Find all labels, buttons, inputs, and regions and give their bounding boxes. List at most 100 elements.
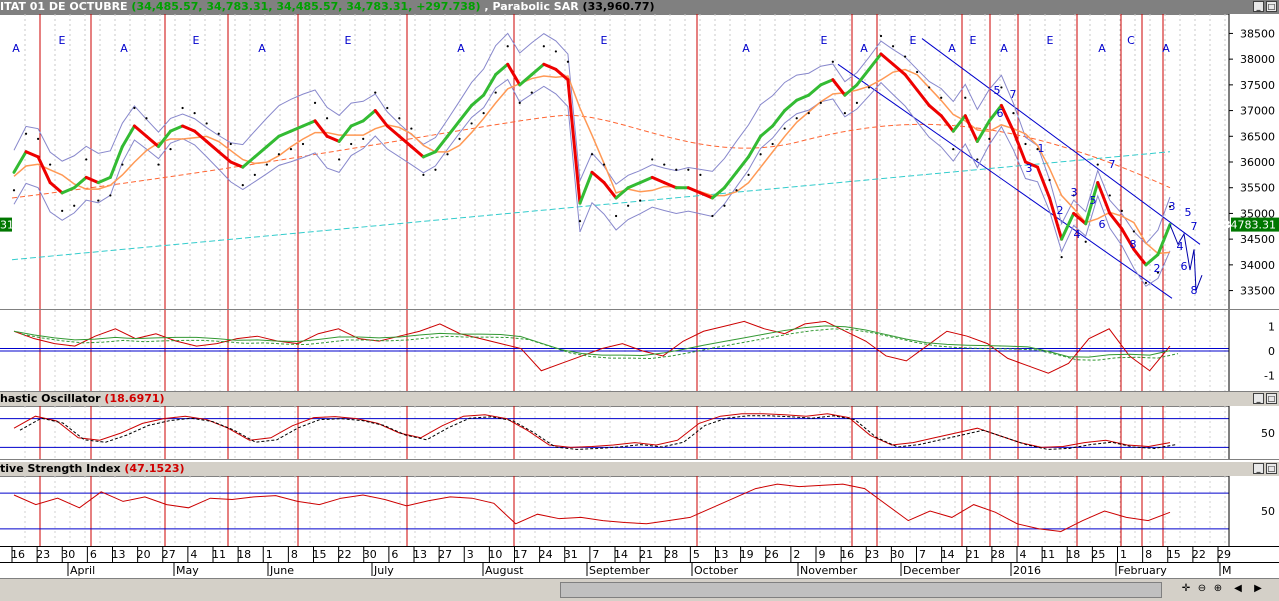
maximize-icon[interactable]: □ [1266, 463, 1277, 474]
price-segment [313, 119, 329, 138]
wave-label: 8 [1191, 284, 1198, 297]
wave-label: 7 [1010, 88, 1017, 101]
sar-dot [964, 96, 967, 99]
sar-dot [1060, 256, 1063, 259]
sar-dot [675, 168, 678, 171]
sar-dot [301, 142, 305, 146]
price-segment [783, 98, 799, 113]
price-segment [807, 83, 823, 97]
sar-dot [1096, 163, 1099, 166]
sar-dot [350, 142, 353, 146]
price-segment [879, 52, 895, 66]
sar-dot [891, 45, 895, 48]
arrow-right-icon[interactable]: ▶ [1250, 582, 1266, 596]
sar-dot [482, 112, 485, 115]
maximize-icon[interactable]: □ [1266, 1, 1277, 12]
sar-dot [566, 60, 570, 63]
rsi-titlebar: tive Strength Index (47.1523) _ □ [0, 462, 1279, 477]
date-tick-label: 13 [715, 548, 729, 561]
date-tick-label: 4 [190, 548, 197, 561]
zoom-in-icon[interactable]: ✛ [1178, 582, 1194, 596]
month-label: M [1222, 564, 1232, 577]
price-segment [686, 186, 702, 195]
wave-label: 2 [1154, 262, 1161, 275]
price-segment [373, 109, 389, 128]
price-segment [1060, 211, 1076, 241]
sar-dot [193, 112, 196, 115]
price-segment [181, 124, 197, 133]
month-label: August [485, 564, 524, 577]
price-segment [590, 170, 606, 185]
date-tick-label: 31 [564, 548, 578, 561]
date-tick-label: 7 [592, 548, 599, 561]
main-pane-indicator: Parabolic SAR [492, 0, 579, 13]
price-segment [12, 150, 28, 174]
main-pane-titlebar: ITAT 01 DE OCTUBRE (34,485.57, 34,783.31… [0, 0, 1279, 15]
price-segment [84, 175, 100, 185]
sar-dot [783, 127, 786, 130]
cycle-label: E [345, 34, 352, 47]
stochastic-chart[interactable]: 50 [0, 406, 1279, 460]
y-tick-label: 34000 [1240, 259, 1275, 272]
sar-dot [771, 142, 774, 146]
y-tick-label: -1 [1264, 370, 1275, 383]
momentum-oscillator-chart[interactable]: -1 0 1 [0, 310, 1279, 392]
minimize-icon[interactable]: _ [1253, 463, 1264, 474]
date-tick-label: 30 [890, 548, 904, 561]
minimize-icon[interactable]: _ [1253, 1, 1264, 12]
sar-dot [422, 173, 425, 176]
wave-label: 5 [994, 84, 1001, 97]
date-tick-label: 20 [137, 548, 151, 561]
sar-dot [109, 194, 112, 197]
sar-dot [1084, 240, 1087, 243]
price-segment [108, 145, 124, 179]
date-tick-label: 26 [765, 548, 779, 561]
date-tick-label: 15 [1167, 548, 1181, 561]
sar-dot [289, 148, 293, 151]
sar-dot [470, 122, 473, 125]
date-tick-label: 11 [212, 548, 226, 561]
date-tick-label: 21 [639, 548, 653, 561]
date-tick-label: 8 [1145, 548, 1152, 561]
date-tick-label: 22 [1192, 548, 1206, 561]
price-segment [144, 134, 160, 149]
arrow-left-icon[interactable]: ◀ [1230, 582, 1246, 596]
scrollbar-track[interactable] [560, 582, 1162, 598]
sar-dot [795, 117, 798, 120]
wave-label: 5 [1185, 206, 1192, 219]
date-tick-label: 18 [1066, 548, 1080, 561]
date-tick-label: 4 [1020, 548, 1027, 561]
sar-dot [1000, 86, 1003, 89]
price-chart[interactable]: AEAEAEAEAEAEAEAEACA5 761323546782345768 33… [0, 14, 1279, 310]
month-label: June [269, 564, 294, 577]
time-scrollbar[interactable]: ✛ ⊖ ⊕ ◀ ▶ [0, 578, 1279, 601]
price-segment [289, 124, 305, 133]
price-segment [855, 67, 871, 87]
sar-dot [530, 91, 533, 94]
main-pane-indicator-value: (33,960.77) [582, 0, 655, 13]
maximize-icon[interactable]: □ [1266, 393, 1277, 404]
date-tick-label: 10 [488, 548, 502, 561]
y-tick-label: 36000 [1240, 156, 1275, 169]
zoom-out-icon[interactable]: ⊖ [1194, 582, 1210, 596]
sar-dot [458, 137, 461, 140]
zoom-icon[interactable]: ⊕ [1210, 582, 1226, 596]
price-segment [205, 139, 221, 154]
minimize-icon[interactable]: _ [1253, 393, 1264, 404]
oscillator-line [13, 320, 1171, 374]
month-label: December [903, 564, 961, 577]
price-segment [409, 145, 425, 159]
sar-dot [554, 50, 557, 53]
sar-dot [313, 101, 317, 104]
price-segment [458, 103, 474, 123]
date-tick-label: 7 [919, 548, 926, 561]
y-tick-label: 37500 [1240, 79, 1275, 92]
price-segment [482, 73, 498, 97]
sar-dot [627, 204, 630, 207]
rsi-chart[interactable]: 5016 23 30 6 13 20 27 4 11 18 1 8 15 22 30 6 13 27 3 10 17 24… [0, 476, 1279, 592]
price-segment [397, 134, 413, 149]
sar-dot [157, 163, 160, 166]
price-segment [638, 175, 654, 185]
sar-dot [614, 214, 618, 218]
sar-dot [940, 96, 943, 99]
